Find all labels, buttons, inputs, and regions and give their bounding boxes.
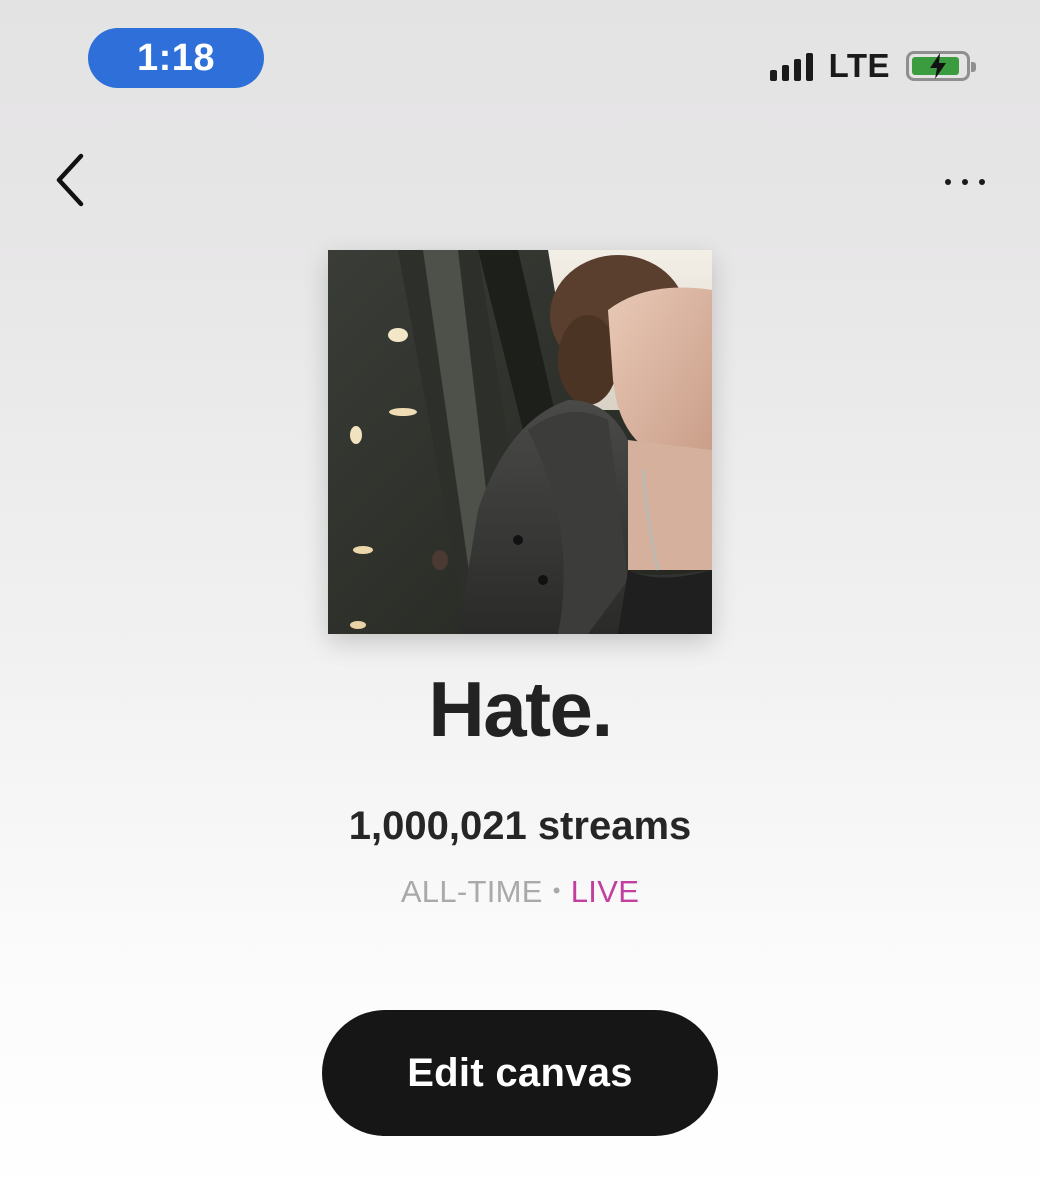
more-horizontal-icon <box>945 179 951 185</box>
period-label: ALL-TIME <box>400 874 543 909</box>
network-type: LTE <box>828 47 890 84</box>
chevron-left-icon <box>56 153 84 207</box>
more-options-button[interactable] <box>930 160 1000 204</box>
time-pill[interactable]: 1:18 <box>88 28 264 88</box>
status-time: 1:18 <box>136 36 216 79</box>
track-cover-art <box>328 250 712 634</box>
live-label: LIVE <box>570 874 640 909</box>
status-indicators: LTE <box>769 46 976 86</box>
cover-photo <box>328 250 712 634</box>
charging-bolt-icon <box>930 53 946 79</box>
stream-count: 1,000,021 streams <box>348 804 692 848</box>
edit-canvas-label: Edit canvas <box>407 1050 633 1095</box>
signal-icon <box>769 51 813 81</box>
track-title: Hate. <box>428 665 613 753</box>
battery-icon <box>906 51 976 81</box>
period-separator: • <box>552 878 561 903</box>
stream-period: ALL-TIME • LIVE <box>0 874 1040 910</box>
edit-canvas-button[interactable]: Edit canvas <box>322 1010 718 1136</box>
back-button[interactable] <box>40 148 100 212</box>
